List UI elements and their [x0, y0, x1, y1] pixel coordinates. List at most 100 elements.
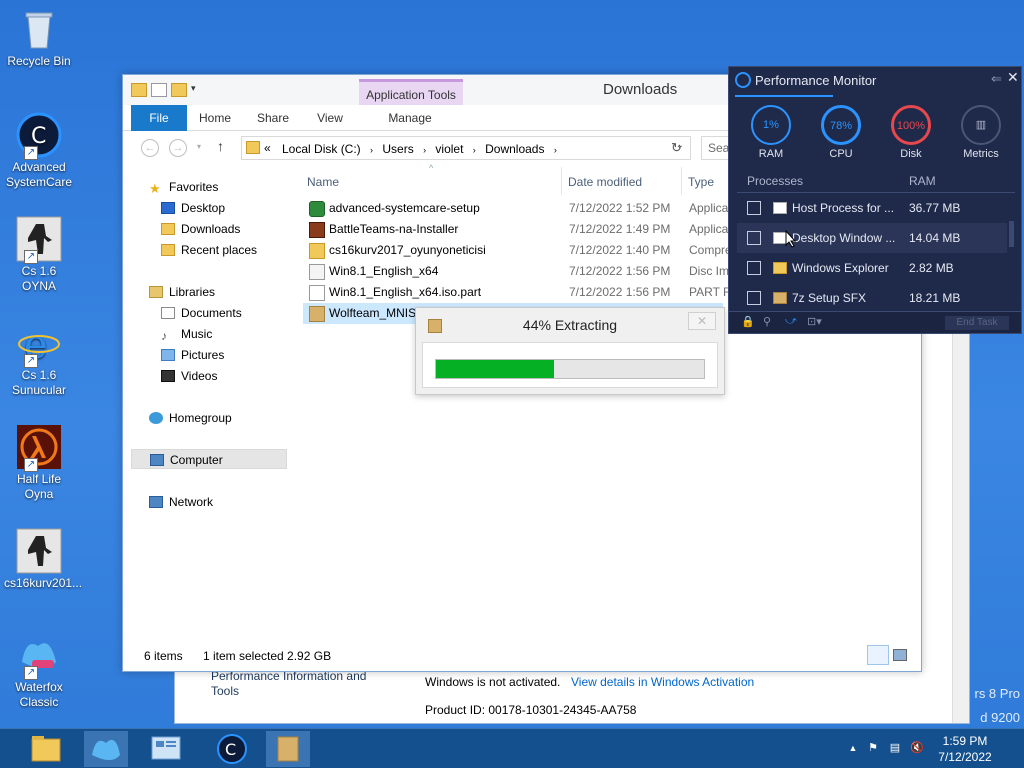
folder-icon[interactable]: [131, 83, 147, 97]
chevron-right-icon[interactable]: ›: [423, 145, 426, 155]
back-icon[interactable]: ⇐: [991, 71, 1002, 87]
perf-footer: 🔒 ⚲ ⤻ ⊡▾ End Task: [729, 311, 1021, 333]
breadcrumb-downloads[interactable]: Downloads: [485, 142, 544, 156]
breadcrumb-users[interactable]: Users: [382, 142, 413, 156]
process-checkbox[interactable]: [747, 261, 761, 275]
desktop-icon-cs16-oyna[interactable]: ↗ Cs 1.6 OYNA: [4, 216, 74, 294]
column-date-modified[interactable]: Date modified: [568, 172, 642, 192]
chevron-right-icon[interactable]: ›: [473, 145, 476, 155]
search-icon[interactable]: ⚲: [763, 315, 771, 328]
nav-favorites[interactable]: ★ Favorites: [149, 177, 218, 197]
large-icons-view-button[interactable]: [893, 649, 907, 661]
scrollbar[interactable]: [1009, 221, 1014, 247]
forward-button[interactable]: →: [169, 139, 187, 157]
cpu-gauge[interactable]: 78%: [821, 105, 861, 145]
perf-info-link[interactable]: Performance Information and Tools: [211, 669, 381, 699]
process-checkbox[interactable]: [747, 231, 761, 245]
column-divider[interactable]: [561, 167, 562, 195]
file-row[interactable]: advanced-systemcare-setup 7/12/2022 1:52…: [303, 198, 728, 219]
recent-locations-icon[interactable]: ▾: [197, 142, 201, 151]
breadcrumb-local-disk[interactable]: Local Disk (C:): [282, 142, 361, 156]
nav-music[interactable]: ♪ Music: [161, 324, 212, 344]
nav-label: Pictures: [181, 348, 225, 362]
file-row[interactable]: Win8.1_English_x64.iso.part 7/12/2022 1:…: [303, 282, 729, 303]
ram-gauge[interactable]: 1%: [751, 105, 791, 145]
breadcrumb-violet[interactable]: violet: [435, 142, 463, 156]
flag-icon[interactable]: ⚑: [866, 741, 880, 755]
up-button[interactable]: ↑: [217, 138, 224, 154]
nav-documents[interactable]: Documents: [161, 303, 242, 323]
properties-icon[interactable]: [151, 83, 167, 97]
taskbar-waterfox[interactable]: [84, 731, 128, 767]
network-icon[interactable]: ▤: [888, 741, 902, 755]
nav-downloads[interactable]: Downloads: [161, 219, 240, 239]
back-button[interactable]: ←: [141, 139, 159, 157]
column-ram[interactable]: RAM: [909, 169, 936, 193]
column-divider[interactable]: [681, 167, 682, 195]
file-row[interactable]: Win8.1_English_x64 7/12/2022 1:56 PM Dis…: [303, 261, 729, 282]
chevron-down-icon[interactable]: ▾: [191, 83, 199, 97]
desktop-icon-half-life[interactable]: ↗ Half Life Oyna: [4, 424, 74, 502]
process-row[interactable]: Desktop Window ... 14.04 MB: [737, 223, 1007, 253]
taskbar-systemcare[interactable]: C: [210, 731, 254, 767]
end-task-button[interactable]: End Task: [945, 316, 1009, 330]
screenshot-icon[interactable]: ⊡▾: [807, 315, 822, 328]
homegroup-icon: [149, 412, 163, 424]
file-name: cs16kurv2017_oyunyoneticisi: [329, 243, 486, 257]
boost-icon[interactable]: ⤻: [785, 315, 797, 328]
tab-share[interactable]: Share: [253, 105, 293, 131]
clock[interactable]: 1:59 PM 7/12/2022: [930, 733, 1000, 765]
process-row[interactable]: 7z Setup SFX 18.21 MB: [737, 283, 1007, 313]
details-view-button[interactable]: [867, 645, 889, 665]
close-button[interactable]: ✕: [688, 312, 716, 330]
column-name[interactable]: Name: [307, 172, 339, 192]
nav-videos[interactable]: Videos: [161, 366, 217, 386]
taskbar-control-panel[interactable]: [144, 731, 188, 767]
chevron-right-icon[interactable]: ›: [554, 145, 557, 155]
column-processes[interactable]: Processes: [747, 169, 803, 193]
tray-expand-icon[interactable]: ▲: [846, 741, 860, 755]
nav-desktop[interactable]: Desktop: [161, 198, 225, 218]
disk-gauge[interactable]: 100%: [891, 105, 931, 145]
process-row[interactable]: Host Process for ... 36.77 MB: [737, 193, 1007, 223]
desktop-icon-cs16-sunucular[interactable]: e ↗ Cs 1.6 Sunucular: [4, 320, 74, 398]
gauge-label-ram: RAM: [758, 148, 784, 160]
address-bar[interactable]: « Local Disk (C:) › Users › violet › Dow…: [241, 136, 691, 160]
scrollbar[interactable]: [952, 319, 969, 723]
desktop-icon-advanced-systemcare[interactable]: C ↗ Advanced SystemCare: [4, 112, 74, 190]
lock-icon[interactable]: 🔒: [741, 315, 755, 328]
file-name: Win8.1_English_x64: [329, 264, 439, 278]
close-icon[interactable]: ✕: [1007, 69, 1019, 86]
tab-manage[interactable]: Manage: [385, 105, 435, 131]
process-row[interactable]: Windows Explorer 2.82 MB: [737, 253, 1007, 283]
refresh-icon[interactable]: ↻: [671, 140, 682, 156]
file-row[interactable]: cs16kurv2017_oyunyoneticisi 7/12/2022 1:…: [303, 240, 729, 261]
desktop-icon-waterfox[interactable]: ↗ Waterfox Classic: [4, 632, 74, 710]
nav-computer[interactable]: Computer: [131, 449, 287, 469]
tab-home[interactable]: Home: [197, 105, 233, 131]
volume-muted-icon[interactable]: 🔇: [910, 741, 924, 755]
archive-icon: [773, 292, 787, 304]
taskbar: C ▲ ⚑ ▤ 🔇 1:59 PM 7/12/2022: [0, 728, 1024, 768]
column-type[interactable]: Type: [688, 172, 714, 192]
taskbar-7zip-extract[interactable]: [266, 731, 310, 767]
nav-homegroup[interactable]: Homegroup: [149, 408, 232, 428]
taskbar-file-explorer[interactable]: [24, 731, 68, 767]
nav-network[interactable]: Network: [149, 492, 213, 512]
activation-link[interactable]: View details in Windows Activation: [571, 675, 754, 689]
tab-view[interactable]: View: [313, 105, 347, 131]
progress-bar: [435, 359, 705, 379]
file-row[interactable]: BattleTeams-na-Installer 7/12/2022 1:49 …: [303, 219, 728, 240]
desktop-icon-cs16kurv[interactable]: cs16kurv201...: [4, 528, 82, 591]
nav-libraries[interactable]: Libraries: [149, 282, 215, 302]
nav-pictures[interactable]: Pictures: [161, 345, 224, 365]
tab-file[interactable]: File: [131, 105, 187, 131]
process-checkbox[interactable]: [747, 291, 761, 305]
process-checkbox[interactable]: [747, 201, 761, 215]
new-folder-icon[interactable]: [171, 83, 187, 97]
nav-recent-places[interactable]: Recent places: [161, 240, 257, 260]
chevron-right-icon[interactable]: ›: [370, 145, 373, 155]
overflow-icon[interactable]: «: [264, 141, 271, 155]
desktop-icon-recycle-bin[interactable]: Recycle Bin: [4, 6, 74, 69]
metrics-button[interactable]: ▥: [961, 105, 1001, 145]
